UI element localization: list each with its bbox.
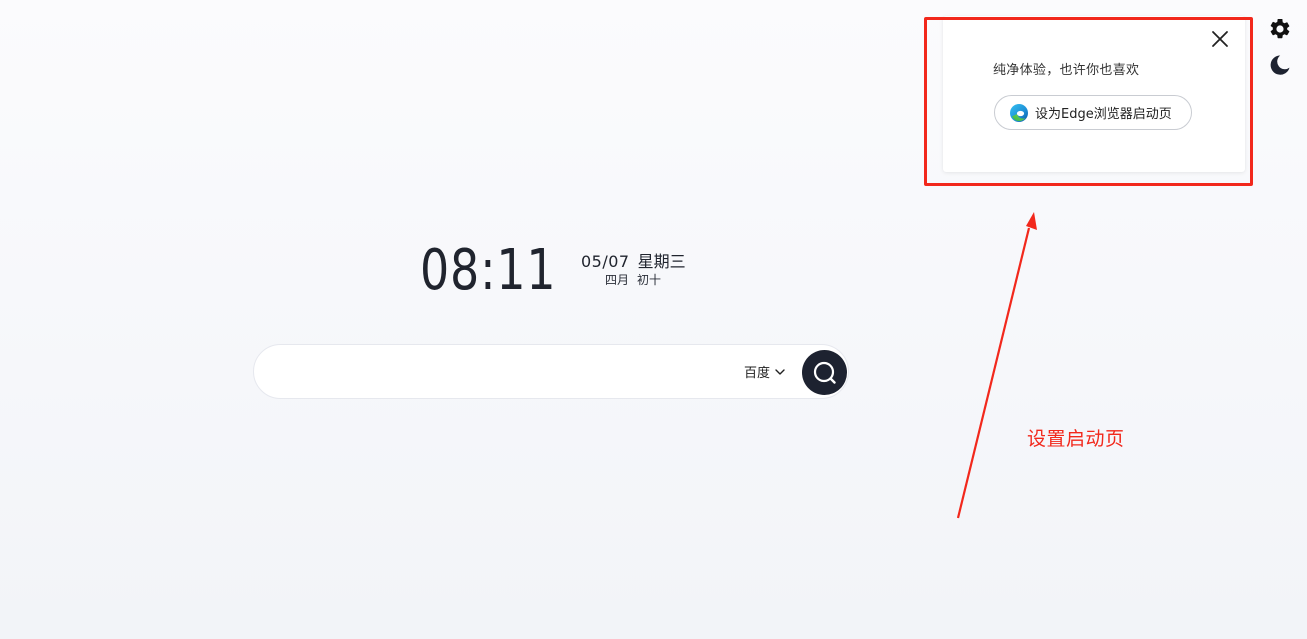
theme-toggle[interactable] [1267, 52, 1293, 78]
search-input[interactable] [278, 353, 732, 393]
search-engine-select[interactable]: 百度 [744, 362, 786, 381]
popup-close-button[interactable] [1209, 28, 1231, 50]
startup-page-popup: 纯净体验，也许你也喜欢 设为Edge浏览器启动页 [943, 16, 1245, 172]
search-button[interactable] [802, 350, 847, 395]
date-display: 05/07 星期三 [581, 248, 686, 272]
settings-gear-icon[interactable] [1267, 16, 1293, 42]
weekday: 星期三 [637, 252, 686, 271]
lunar-date: 四月 初十 [605, 271, 661, 288]
lunar-month: 四月 [605, 273, 630, 287]
search-bar: 百度 [253, 344, 849, 399]
lunar-day: 初十 [637, 273, 662, 287]
moon-icon [1270, 55, 1290, 75]
set-edge-startup-button[interactable]: 设为Edge浏览器启动页 [994, 95, 1192, 130]
annotation-label: 设置启动页 [1027, 428, 1125, 450]
close-icon [1212, 31, 1228, 47]
gear-icon [1270, 18, 1290, 39]
edge-logo-icon [1009, 103, 1029, 123]
clock-time: 08:11 [420, 238, 557, 303]
popup-message: 纯净体验，也许你也喜欢 [993, 63, 1140, 78]
search-engine-label: 百度 [744, 366, 771, 381]
chevron-down-icon [775, 368, 785, 375]
search-icon [813, 361, 836, 384]
set-edge-startup-label: 设为Edge浏览器启动页 [1035, 107, 1172, 122]
date-month-day: 05/07 [581, 252, 630, 271]
